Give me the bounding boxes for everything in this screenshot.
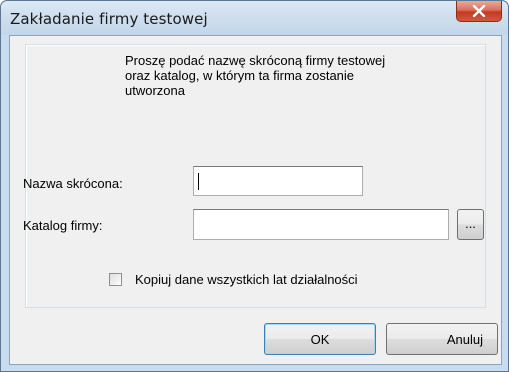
browse-button[interactable]: ... (457, 209, 484, 240)
short-name-label: Nazwa skrócona: (23, 176, 123, 191)
short-name-input[interactable] (193, 166, 363, 196)
copy-all-years-checkbox[interactable] (109, 273, 122, 286)
dialog-window: Zakładanie firmy testowej Proszę podać n… (0, 0, 509, 372)
title-bar[interactable]: Zakładanie firmy testowej (1, 1, 508, 35)
text-caret (198, 173, 199, 190)
window-title: Zakładanie firmy testowej (10, 10, 208, 28)
catalog-input[interactable] (193, 209, 449, 240)
ok-button[interactable]: OK (264, 323, 376, 355)
copy-all-years-label[interactable]: Kopiuj dane wszystkich lat działalności (135, 272, 358, 287)
catalog-label: Katalog firmy: (23, 218, 103, 233)
close-icon (472, 5, 486, 17)
close-button[interactable] (456, 1, 502, 22)
cancel-button[interactable]: Anuluj (386, 323, 498, 355)
instruction-text: Proszę podać nazwę skróconą firmy testow… (125, 53, 386, 98)
